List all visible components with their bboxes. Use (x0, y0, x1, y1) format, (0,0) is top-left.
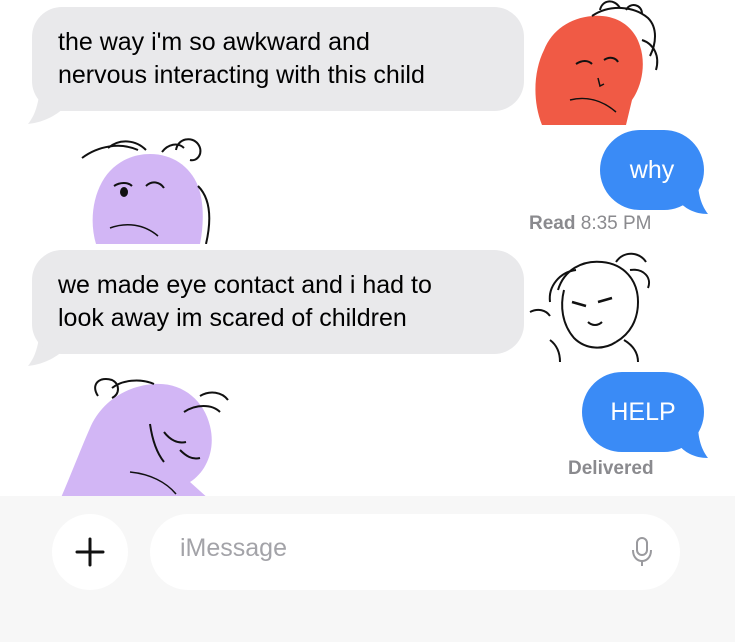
message-text: HELP (610, 398, 676, 426)
read-label: Read (529, 213, 576, 234)
sketch-character-sticker[interactable] (520, 250, 660, 362)
microphone-icon[interactable] (630, 536, 654, 568)
message-input-placeholder: iMessage (180, 534, 287, 562)
message-text: why (629, 156, 675, 184)
message-text-line: the way i'm so awkward and (58, 28, 370, 56)
add-attachment-button[interactable] (52, 514, 128, 590)
conversation-screen: the way i'm so awkward and nervous inter… (0, 0, 735, 642)
incoming-message-bubble[interactable]: the way i'm so awkward and nervous inter… (32, 7, 524, 111)
message-text-line: nervous interacting with this child (58, 61, 425, 89)
red-character-sticker[interactable] (530, 0, 670, 125)
message-text-line: we made eye contact and i had to (58, 271, 432, 299)
outgoing-message-bubble[interactable]: why (600, 130, 704, 210)
read-receipt: Read 8:35 PM (529, 213, 652, 235)
purple-character-sticker[interactable] (60, 376, 240, 500)
message-text-line: look away im scared of children (58, 304, 407, 332)
delivered-status: Delivered (568, 458, 654, 479)
outgoing-message-bubble[interactable]: HELP (582, 372, 704, 452)
incoming-message-bubble[interactable]: we made eye contact and i had to look aw… (32, 250, 524, 354)
read-time: 8:35 PM (580, 213, 652, 234)
plus-icon (75, 537, 105, 567)
purple-character-sticker[interactable] (80, 132, 220, 244)
